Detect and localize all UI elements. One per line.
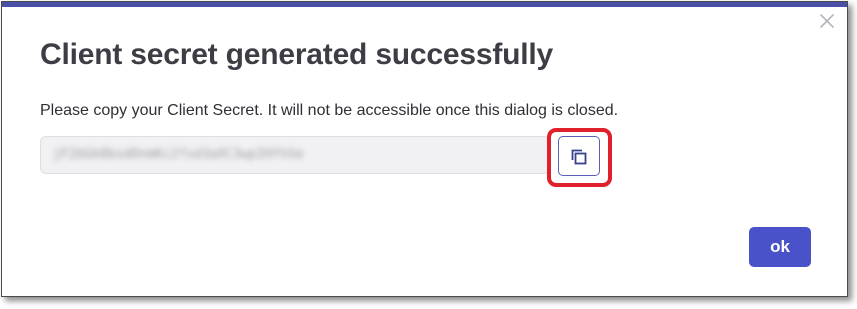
ok-button[interactable]: ok <box>749 227 811 267</box>
screenshot-frame: Client secret generated successfully Ple… <box>0 0 857 309</box>
dialog-message: Please copy your Client Secret. It will … <box>40 102 619 119</box>
close-icon <box>819 13 835 29</box>
client-secret-value: jF2bGk0bsdOnmKc2fsd3aXC3wpIHfhSe <box>53 147 304 162</box>
copy-secret-button[interactable] <box>558 136 600 176</box>
close-button[interactable] <box>819 13 835 29</box>
dialog-top-accent-bar <box>2 2 847 7</box>
dialog-title: Client secret generated successfully <box>40 38 554 71</box>
client-secret-field[interactable]: jF2bGk0bsdOnmKc2fsd3aXC3wpIHfhSe <box>40 136 550 174</box>
client-secret-dialog: Client secret generated successfully Ple… <box>1 1 848 297</box>
